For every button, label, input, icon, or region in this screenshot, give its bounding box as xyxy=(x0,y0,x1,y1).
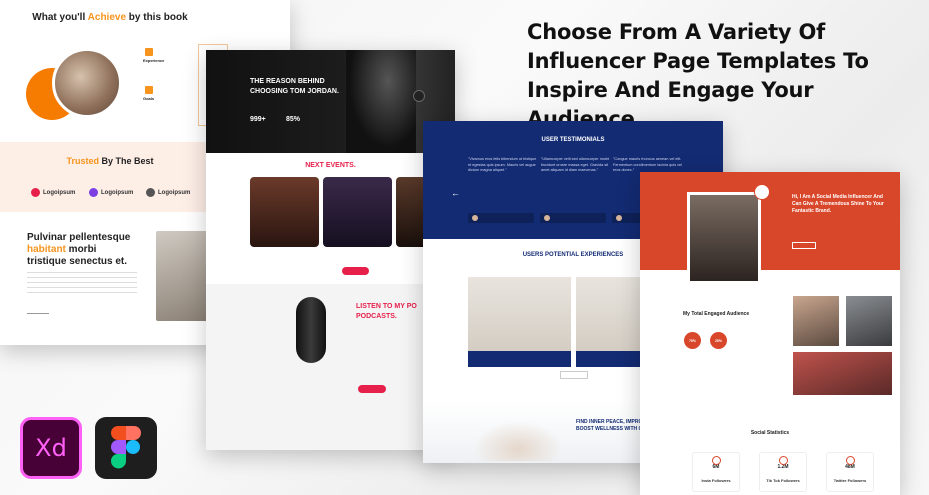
stat-2: 85% xyxy=(286,116,301,123)
gallery-photo xyxy=(845,295,893,347)
feature-goals-label: Goals xyxy=(143,96,155,101)
author-photo xyxy=(52,48,122,118)
feature-experience-label: Experience xyxy=(143,58,165,63)
event-card[interactable] xyxy=(323,177,392,247)
feature-icon xyxy=(145,86,153,94)
events-button[interactable] xyxy=(342,267,369,275)
testimonial-author xyxy=(540,213,606,223)
signature xyxy=(27,302,49,314)
avatar xyxy=(472,215,478,221)
badge-icon xyxy=(754,184,770,200)
gallery-photo xyxy=(792,295,840,347)
instagram-icon xyxy=(712,456,721,465)
events-heading: NEXT EVENTS. xyxy=(305,162,356,169)
stat-card: 48M Twitter Followers xyxy=(826,452,874,492)
headline: Choose From A Variety Of Influencer Page… xyxy=(527,20,869,131)
podcast-heading: LISTEN TO MY PO PODCASTS. xyxy=(356,303,417,320)
section-heading: Pulvinar pellentesque habitant morbi tri… xyxy=(27,232,131,267)
yoga-caption xyxy=(468,351,571,367)
trusted-heading: Trusted By The Best xyxy=(66,156,154,166)
client-logo: Logoipsum xyxy=(31,188,75,197)
stat-card: 1.2M Tik Tok Followers xyxy=(759,452,807,492)
twitter-icon xyxy=(846,456,855,465)
hero-title: THE REASON BEHIND CHOOSING TOM JORDAN. xyxy=(250,78,339,95)
logo-mark-icon xyxy=(146,188,155,197)
gallery-photo xyxy=(792,351,893,396)
avatar xyxy=(544,215,550,221)
play-icon[interactable] xyxy=(413,90,425,102)
stat-card: 6M Insta Followers xyxy=(692,452,740,492)
client-logo: Logoipsum xyxy=(89,188,133,197)
view-more-button[interactable] xyxy=(560,371,588,379)
hero-title: Hi, I Am A Social Media Influencer And C… xyxy=(792,194,884,214)
body-text xyxy=(27,272,137,296)
testimonial-text: "Vivamus eros felis bibendum ut tristiqu… xyxy=(468,157,537,172)
feature-icon xyxy=(145,48,153,56)
template-preview-speaker: THE REASON BEHIND CHOOSING TOM JORDAN. 9… xyxy=(206,50,455,450)
figma-logo-icon xyxy=(111,426,141,469)
avatar xyxy=(616,215,622,221)
podcast-button[interactable] xyxy=(358,385,386,393)
social-heading: Social Statistics xyxy=(750,430,790,436)
stat-ring: 75% xyxy=(684,332,701,349)
achieve-heading: What you'll Achieve by this book xyxy=(32,12,188,23)
logo-mark-icon xyxy=(89,188,98,197)
adobe-xd-icon: Xd xyxy=(20,417,82,479)
hero-photo xyxy=(346,50,416,153)
audience-heading: My Total Engaged Audience xyxy=(683,311,750,317)
arrow-left-icon[interactable]: ← xyxy=(451,188,460,198)
logo-mark-icon xyxy=(31,188,40,197)
stat-ring: 25% xyxy=(710,332,727,349)
author-reading-photo xyxy=(156,231,210,321)
hero-button[interactable] xyxy=(792,242,816,249)
testimonial-author xyxy=(468,213,534,223)
event-card[interactable] xyxy=(250,177,319,247)
hero-section: THE REASON BEHIND CHOOSING TOM JORDAN. 9… xyxy=(206,50,455,153)
testimonials-heading: USER TESTIMONIALS xyxy=(541,137,605,143)
tiktok-icon xyxy=(779,456,788,465)
testimonial-text: "Ullamcorper velit sed ullamcorper morbi… xyxy=(541,157,610,172)
client-logo: Logoipsum xyxy=(146,188,190,197)
figma-icon xyxy=(95,417,157,479)
hero-section: Hi, I Am A Social Media Influencer And C… xyxy=(640,172,900,270)
influencer-portrait xyxy=(687,192,761,284)
hand-photo xyxy=(473,421,563,461)
podcast-section xyxy=(206,284,455,450)
wellness-heading: FIND INNER PEACE, IMPROVE BOOST WELLNESS… xyxy=(576,419,650,432)
stat-1: 999+ xyxy=(250,116,266,123)
template-preview-influencer: Hi, I Am A Social Media Influencer And C… xyxy=(640,172,900,495)
microphone-photo xyxy=(296,297,326,363)
